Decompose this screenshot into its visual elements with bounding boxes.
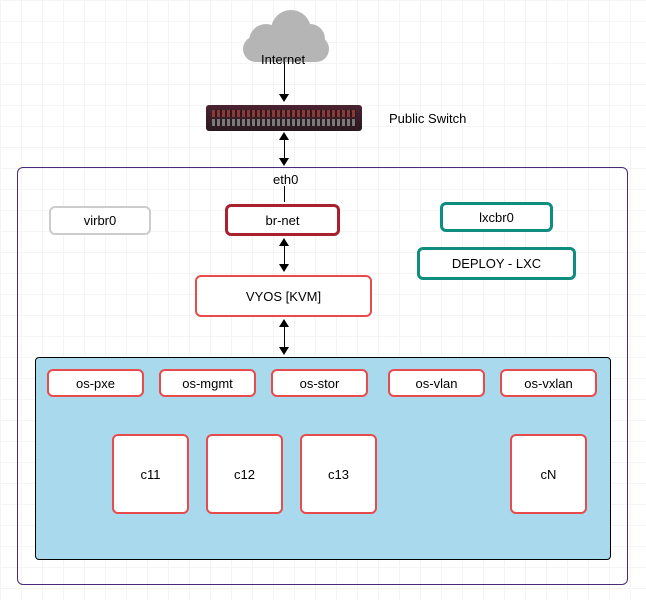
- connector: [284, 325, 285, 349]
- c13-box: c13: [300, 434, 377, 514]
- brnet-label: br-net: [266, 213, 300, 228]
- os-vlan-label: os-vlan: [416, 376, 458, 391]
- cN-label: cN: [541, 467, 557, 482]
- vyos-box: VYOS [KVM]: [195, 275, 372, 317]
- connector: [284, 244, 285, 266]
- brnet-box: br-net: [225, 204, 340, 236]
- os-vxlan-label: os-vxlan: [524, 376, 572, 391]
- os-mgmt-label: os-mgmt: [182, 376, 233, 391]
- os-stor-label: os-stor: [300, 376, 340, 391]
- arrow-down-icon: [279, 347, 289, 355]
- os-stor-box: os-stor: [271, 369, 368, 397]
- deploy-lxc-label: DEPLOY - LXC: [452, 256, 541, 271]
- eth0-label: eth0: [273, 172, 298, 187]
- cN-box: cN: [510, 434, 587, 514]
- public-switch-label: Public Switch: [389, 111, 466, 126]
- lxcbr0-box: lxcbr0: [440, 202, 553, 232]
- c11-label: c11: [141, 467, 161, 482]
- os-mgmt-box: os-mgmt: [159, 369, 256, 397]
- virbr0-label: virbr0: [84, 213, 117, 228]
- arrow-down-icon: [279, 264, 289, 272]
- lxcbr0-label: lxcbr0: [479, 210, 514, 225]
- c13-label: c13: [328, 467, 349, 482]
- c11-box: c11: [112, 434, 189, 514]
- switch-icon: [206, 105, 362, 131]
- vyos-label: VYOS [KVM]: [246, 289, 321, 304]
- diagram-canvas: Internet Public Switch eth0 virbr0 br-ne…: [0, 0, 646, 600]
- os-pxe-box: os-pxe: [47, 369, 144, 397]
- c12-label: c12: [234, 467, 255, 482]
- connector: [284, 186, 285, 202]
- connector: [284, 138, 285, 160]
- connector: [284, 62, 285, 96]
- arrow-down-icon: [279, 158, 289, 166]
- virbr0-box: virbr0: [49, 206, 151, 235]
- arrow-down-icon: [279, 94, 289, 102]
- os-pxe-label: os-pxe: [76, 376, 115, 391]
- os-vxlan-box: os-vxlan: [500, 369, 597, 397]
- deploy-lxc-box: DEPLOY - LXC: [417, 247, 576, 280]
- c12-box: c12: [206, 434, 283, 514]
- os-vlan-box: os-vlan: [388, 369, 485, 397]
